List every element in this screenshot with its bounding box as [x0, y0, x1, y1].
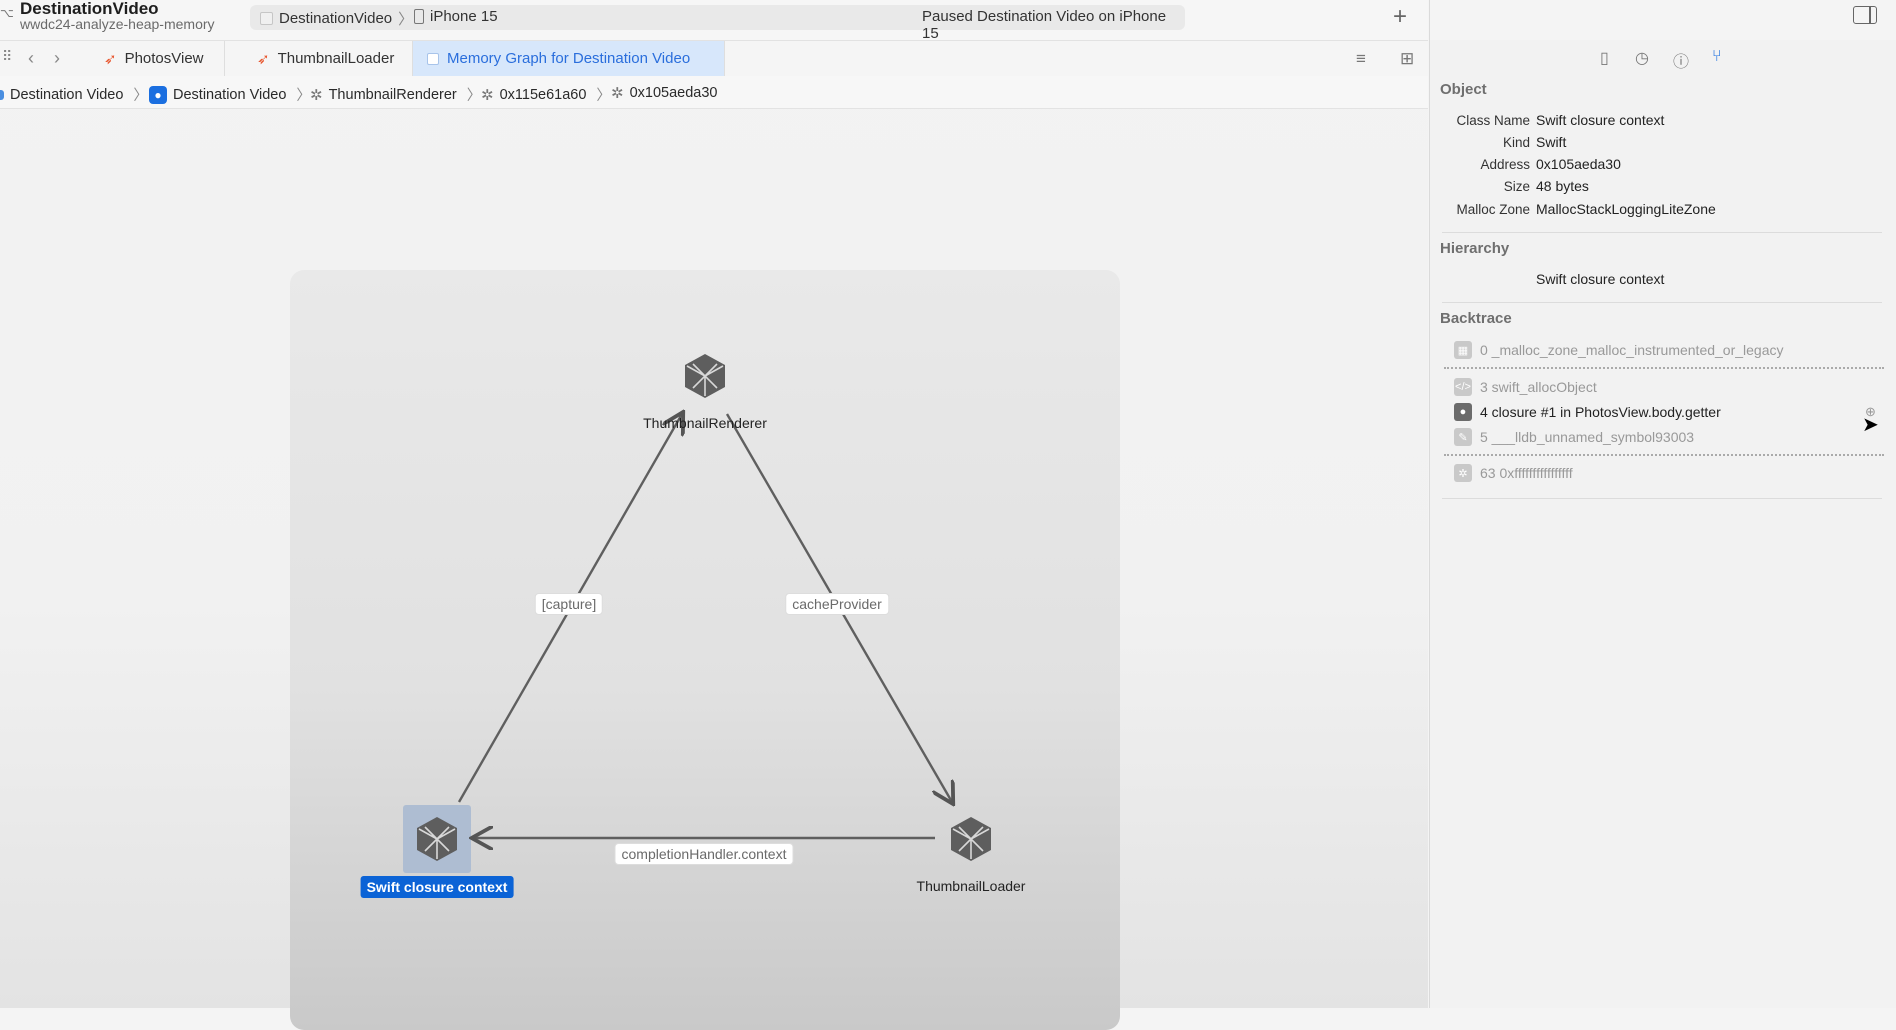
divider [1442, 302, 1882, 303]
frame-label: 0 _malloc_zone_malloc_instrumented_or_le… [1480, 342, 1784, 358]
malloc-zone-label: Malloc Zone [1456, 202, 1530, 217]
memory-inspector-icon[interactable]: ⑂ [1712, 48, 1722, 66]
inspector-tabs: ▯ ◷ ⓘ ⑂ [1430, 40, 1896, 74]
person-icon: ● [1454, 403, 1472, 421]
sidebar-toggle-icon[interactable] [1853, 6, 1877, 24]
backtrace-frame[interactable]: ✎ 5 ___lldb_unnamed_symbol93003 [1454, 428, 1694, 446]
node-thumbnail-loader[interactable]: ThumbnailLoader [917, 878, 1026, 894]
edge-label-cache-provider: cacheProvider [785, 593, 889, 615]
section-header-backtrace: Backtrace [1440, 310, 1512, 327]
frame-label: 5 ___lldb_unnamed_symbol93003 [1480, 429, 1695, 445]
mouse-pointer-icon: ➤ [1862, 414, 1879, 436]
cube-icon[interactable] [947, 815, 995, 863]
code-icon: </> [1454, 378, 1472, 396]
backtrace-frame[interactable]: ▦ 0 _malloc_zone_malloc_instrumented_or_… [1454, 341, 1784, 359]
size-label: Size [1503, 179, 1530, 194]
class-name-value: Swift closure context [1536, 112, 1665, 128]
inspector-panel: ▯ ◷ ⓘ ⑂ Object Class Name Swift closure … [1429, 0, 1896, 1008]
edge-label-capture: [capture] [534, 593, 604, 615]
help-icon[interactable]: ⓘ [1673, 48, 1689, 72]
inspector-toolbar [1430, 0, 1896, 40]
frame-label: 3 swift_allocObject [1480, 379, 1597, 395]
frame-separator [1444, 454, 1884, 456]
cube-icon[interactable] [413, 815, 461, 863]
section-header-hierarchy: Hierarchy [1440, 240, 1510, 257]
history-icon[interactable]: ◷ [1635, 48, 1649, 68]
gear-icon: ✲ [1454, 464, 1472, 482]
frame-label: 4 closure #1 in PhotosView.body.getter [1480, 404, 1721, 420]
kind-value: Swift [1536, 134, 1567, 150]
section-header-object: Object [1440, 81, 1487, 98]
address-label: Address [1480, 157, 1530, 172]
frame-separator [1444, 367, 1884, 369]
backtrace-frame[interactable]: </> 3 swift_allocObject [1454, 378, 1597, 396]
kind-label: Kind [1502, 135, 1530, 150]
divider [1442, 498, 1882, 499]
malloc-zone-value: MallocStackLoggingLiteZone [1536, 201, 1716, 217]
pencil-icon: ✎ [1454, 428, 1472, 446]
file-inspector-icon[interactable]: ▯ [1600, 48, 1609, 68]
frame-label: 63 0xffffffffffffffff [1480, 465, 1573, 481]
backtrace-frame[interactable]: ● 4 closure #1 in PhotosView.body.getter [1454, 403, 1721, 421]
backtrace-frame[interactable]: ✲ 63 0xffffffffffffffff [1454, 464, 1573, 482]
node-thumbnail-renderer[interactable]: ThumbnailRenderer [643, 415, 767, 431]
address-value: 0x105aeda30 [1536, 156, 1621, 172]
divider [1442, 232, 1882, 233]
editor-area: ⌥ DestinationVideo wwdc24-analyze-heap-m… [0, 0, 1428, 1030]
edge-label-completion-handler: completionHandler.context [614, 843, 794, 865]
hierarchy-item[interactable]: Swift closure context [1536, 271, 1664, 287]
library-icon: ▦ [1454, 341, 1472, 359]
cube-icon[interactable] [681, 352, 729, 400]
class-name-label: Class Name [1456, 113, 1530, 128]
size-value: 48 bytes [1536, 178, 1589, 194]
node-swift-closure-context[interactable]: Swift closure context [360, 876, 514, 898]
